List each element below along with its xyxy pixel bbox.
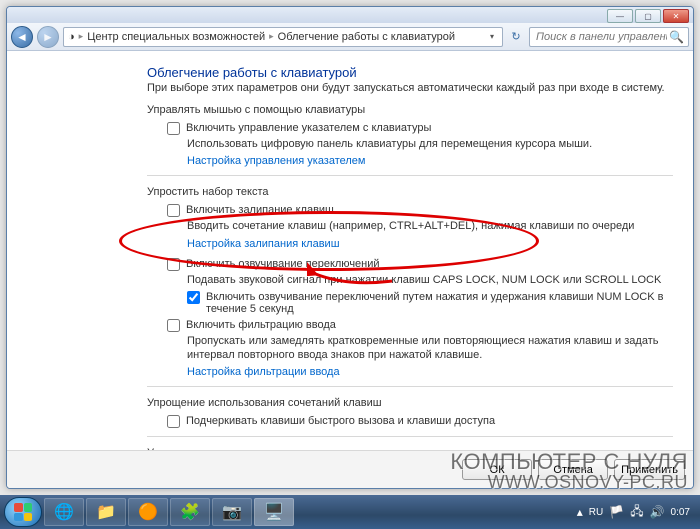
taskbar-app-explorer[interactable]: 📁 xyxy=(86,498,126,526)
chevron-right-icon: ▸ xyxy=(269,31,274,42)
start-button[interactable] xyxy=(4,497,42,527)
checkbox-label: Включить озвучивание переключений xyxy=(186,258,380,270)
control-panel-window: — ▢ ✕ ◄ ► ◑ ▸ Центр специальных возможно… xyxy=(6,6,694,489)
content-area: Облегчение работы с клавиатурой При выбо… xyxy=(7,51,693,450)
separator xyxy=(147,386,673,387)
windows-logo-icon xyxy=(14,503,32,521)
search-input[interactable] xyxy=(534,30,669,44)
close-button[interactable]: ✕ xyxy=(663,9,689,23)
checkbox-mouse-keys[interactable]: Включить управление указателем с клавиат… xyxy=(167,122,673,135)
breadcrumb-parent[interactable]: Центр специальных возможностей xyxy=(87,31,265,43)
checkbox-input[interactable] xyxy=(167,204,180,217)
dropdown-icon[interactable]: ▾ xyxy=(486,32,498,41)
navbar: ◄ ► ◑ ▸ Центр специальных возможностей ▸… xyxy=(7,23,693,51)
page-title: Облегчение работы с клавиатурой xyxy=(147,65,673,80)
section-typing-head: Упростить набор текста xyxy=(147,186,673,198)
checkbox-input[interactable] xyxy=(167,415,180,428)
taskbar-app-control-panel[interactable]: 🖥️ xyxy=(254,498,294,526)
taskbar-app[interactable]: 📷 xyxy=(212,498,252,526)
ease-of-access-icon: ◑ xyxy=(68,31,75,43)
titlebar: — ▢ ✕ xyxy=(7,7,693,23)
ok-button[interactable]: ОК xyxy=(462,459,532,480)
link-sticky-keys-settings[interactable]: Настройка залипания клавиш xyxy=(187,238,673,250)
taskbar-app-media[interactable]: 🟠 xyxy=(128,498,168,526)
taskbar-app-ie[interactable]: 🌐 xyxy=(44,498,84,526)
link-filter-keys-settings[interactable]: Настройка фильтрации ввода xyxy=(187,366,673,378)
checkbox-sticky-keys[interactable]: Включить залипание клавиш xyxy=(167,204,673,217)
search-icon: 🔍 xyxy=(669,30,684,44)
checkbox-input[interactable] xyxy=(167,122,180,135)
checkbox-label: Включить управление указателем с клавиат… xyxy=(186,122,431,134)
tray-flag-icon[interactable]: 🏳️ xyxy=(609,505,624,519)
breadcrumb-current[interactable]: Облегчение работы с клавиатурой xyxy=(278,31,455,43)
refresh-button[interactable]: ↻ xyxy=(507,30,525,43)
tray-lang[interactable]: RU xyxy=(589,507,603,518)
mouse-keys-desc: Использовать цифровую панель клавиатуры … xyxy=(187,137,673,151)
checkbox-label: Включить фильтрацию ввода xyxy=(186,319,336,331)
checkbox-input[interactable] xyxy=(187,291,200,304)
taskbar-app[interactable]: 🧩 xyxy=(170,498,210,526)
checkbox-label: Включить озвучивание переключений путем … xyxy=(206,291,673,315)
breadcrumb[interactable]: ◑ ▸ Центр специальных возможностей ▸ Обл… xyxy=(63,27,503,47)
section-shortcuts-head: Упрощение использования сочетаний клавиш xyxy=(147,397,673,409)
apply-button[interactable]: Применить xyxy=(614,459,685,480)
page-subtitle: При выборе этих параметров они будут зап… xyxy=(147,82,673,94)
toggle-keys-desc: Подавать звуковой сигнал при нажатии кла… xyxy=(187,273,673,287)
system-tray: ▴ RU 🏳️ 🖧 🔊 0:07 xyxy=(577,502,696,523)
separator xyxy=(147,436,673,437)
nav-back-button[interactable]: ◄ xyxy=(11,26,33,48)
checkbox-label: Подчеркивать клавиши быстрого вызова и к… xyxy=(186,415,495,427)
checkbox-underline-shortcuts[interactable]: Подчеркивать клавиши быстрого вызова и к… xyxy=(167,415,673,428)
checkbox-toggle-keys[interactable]: Включить озвучивание переключений xyxy=(167,258,673,271)
checkbox-filter-keys[interactable]: Включить фильтрацию ввода xyxy=(167,319,673,332)
tray-clock[interactable]: 0:07 xyxy=(671,507,690,518)
checkbox-input[interactable] xyxy=(167,319,180,332)
chevron-right-icon: ▸ xyxy=(79,31,84,42)
sticky-keys-desc: Вводить сочетание клавиш (например, CTRL… xyxy=(187,219,673,233)
tray-volume-icon[interactable]: 🔊 xyxy=(650,505,665,519)
checkbox-toggle-keys-numlock[interactable]: Включить озвучивание переключений путем … xyxy=(187,291,673,315)
minimize-button[interactable]: — xyxy=(607,9,633,23)
link-mouse-settings[interactable]: Настройка управления указателем xyxy=(187,155,673,167)
filter-keys-desc: Пропускать или замедлять кратковременные… xyxy=(187,334,673,363)
section-mouse-head: Управлять мышью с помощью клавиатуры xyxy=(147,104,673,116)
cancel-button[interactable]: Отмена xyxy=(538,459,608,480)
search-box[interactable]: 🔍 xyxy=(529,27,689,47)
separator xyxy=(147,175,673,176)
checkbox-label: Включить залипание клавиш xyxy=(186,204,334,216)
nav-forward-button[interactable]: ► xyxy=(37,26,59,48)
taskbar: 🌐 📁 🟠 🧩 📷 🖥️ ▴ RU 🏳️ 🖧 🔊 0:07 xyxy=(0,495,700,529)
button-row: ОК Отмена Применить xyxy=(7,450,693,488)
section-windows-head: Упрощенное управление окнами xyxy=(147,447,673,450)
maximize-button[interactable]: ▢ xyxy=(635,9,661,23)
tray-network-icon[interactable]: 🖧 xyxy=(630,502,643,523)
tray-expand-icon[interactable]: ▴ xyxy=(577,505,583,519)
checkbox-input[interactable] xyxy=(167,258,180,271)
